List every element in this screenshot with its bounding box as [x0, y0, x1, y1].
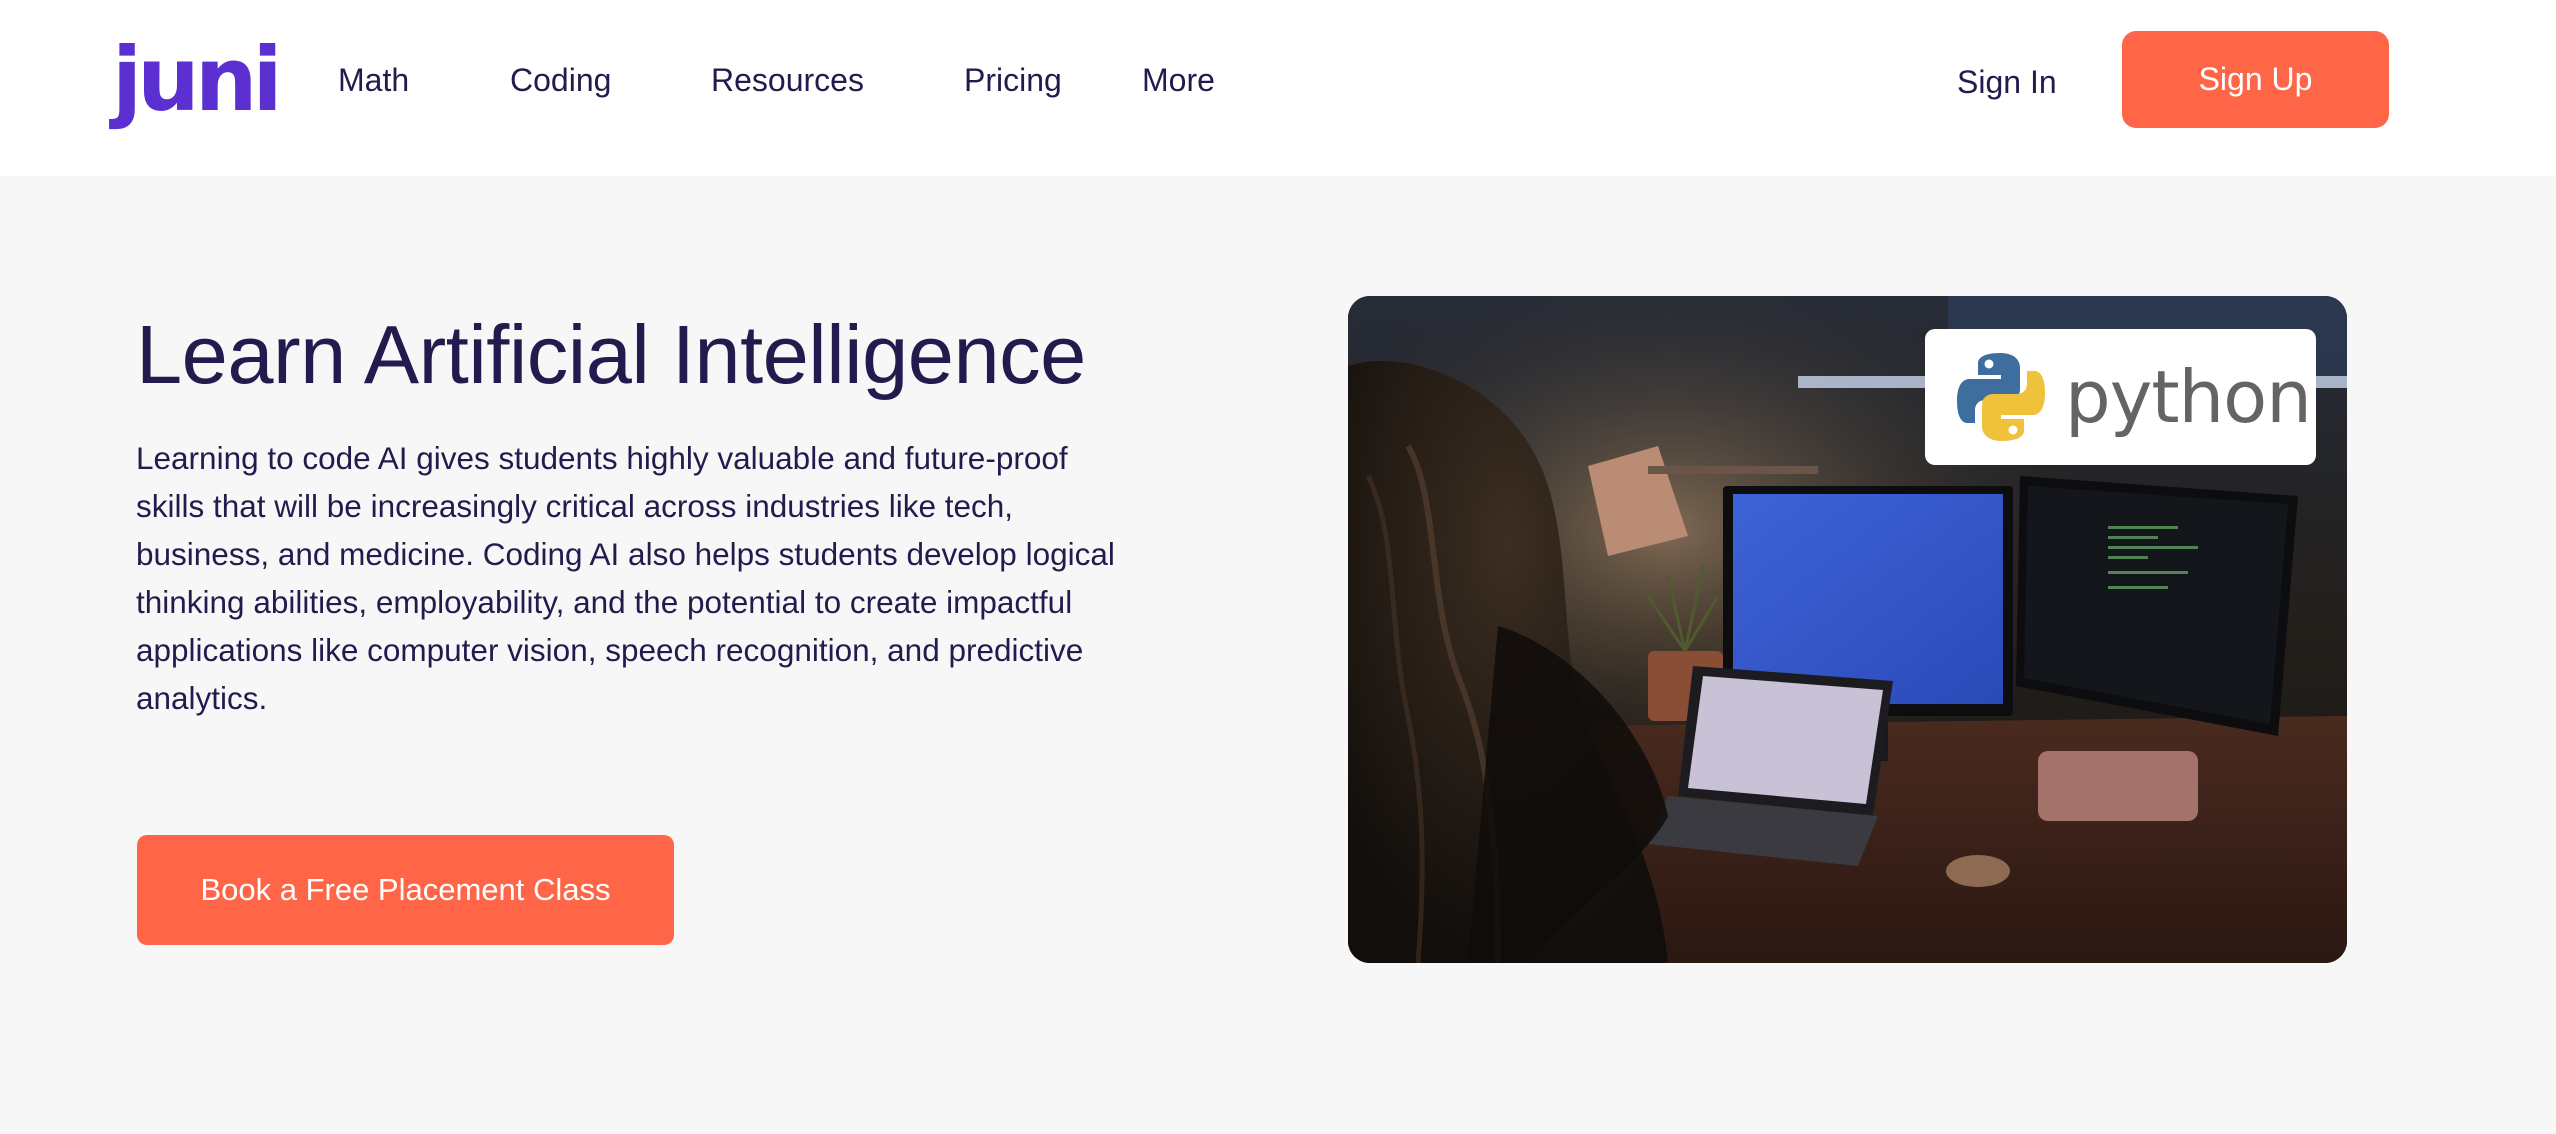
nav-link-more[interactable]: More [1142, 58, 1215, 102]
python-badge: python [1925, 329, 2316, 465]
sign-up-button[interactable]: Sign Up [2122, 31, 2389, 128]
nav-link-pricing[interactable]: Pricing [964, 58, 1062, 102]
hero-description: Learning to code AI gives students highl… [136, 440, 1115, 716]
nav-link-math[interactable]: Math [338, 58, 409, 102]
python-logo-icon [1957, 353, 2045, 441]
python-wordmark: python [2065, 355, 2312, 439]
book-placement-class-button[interactable]: Book a Free Placement Class [137, 835, 674, 945]
nav-link-resources[interactable]: Resources [711, 58, 864, 102]
juni-logo[interactable]: juni [112, 30, 283, 130]
nav-link-coding[interactable]: Coding [510, 58, 611, 102]
sign-in-link[interactable]: Sign In [1957, 60, 2057, 104]
hero-title: Learn Artificial Intelligence [136, 308, 1086, 401]
top-nav: juni Math Coding Resources Pricing More … [0, 0, 2556, 176]
